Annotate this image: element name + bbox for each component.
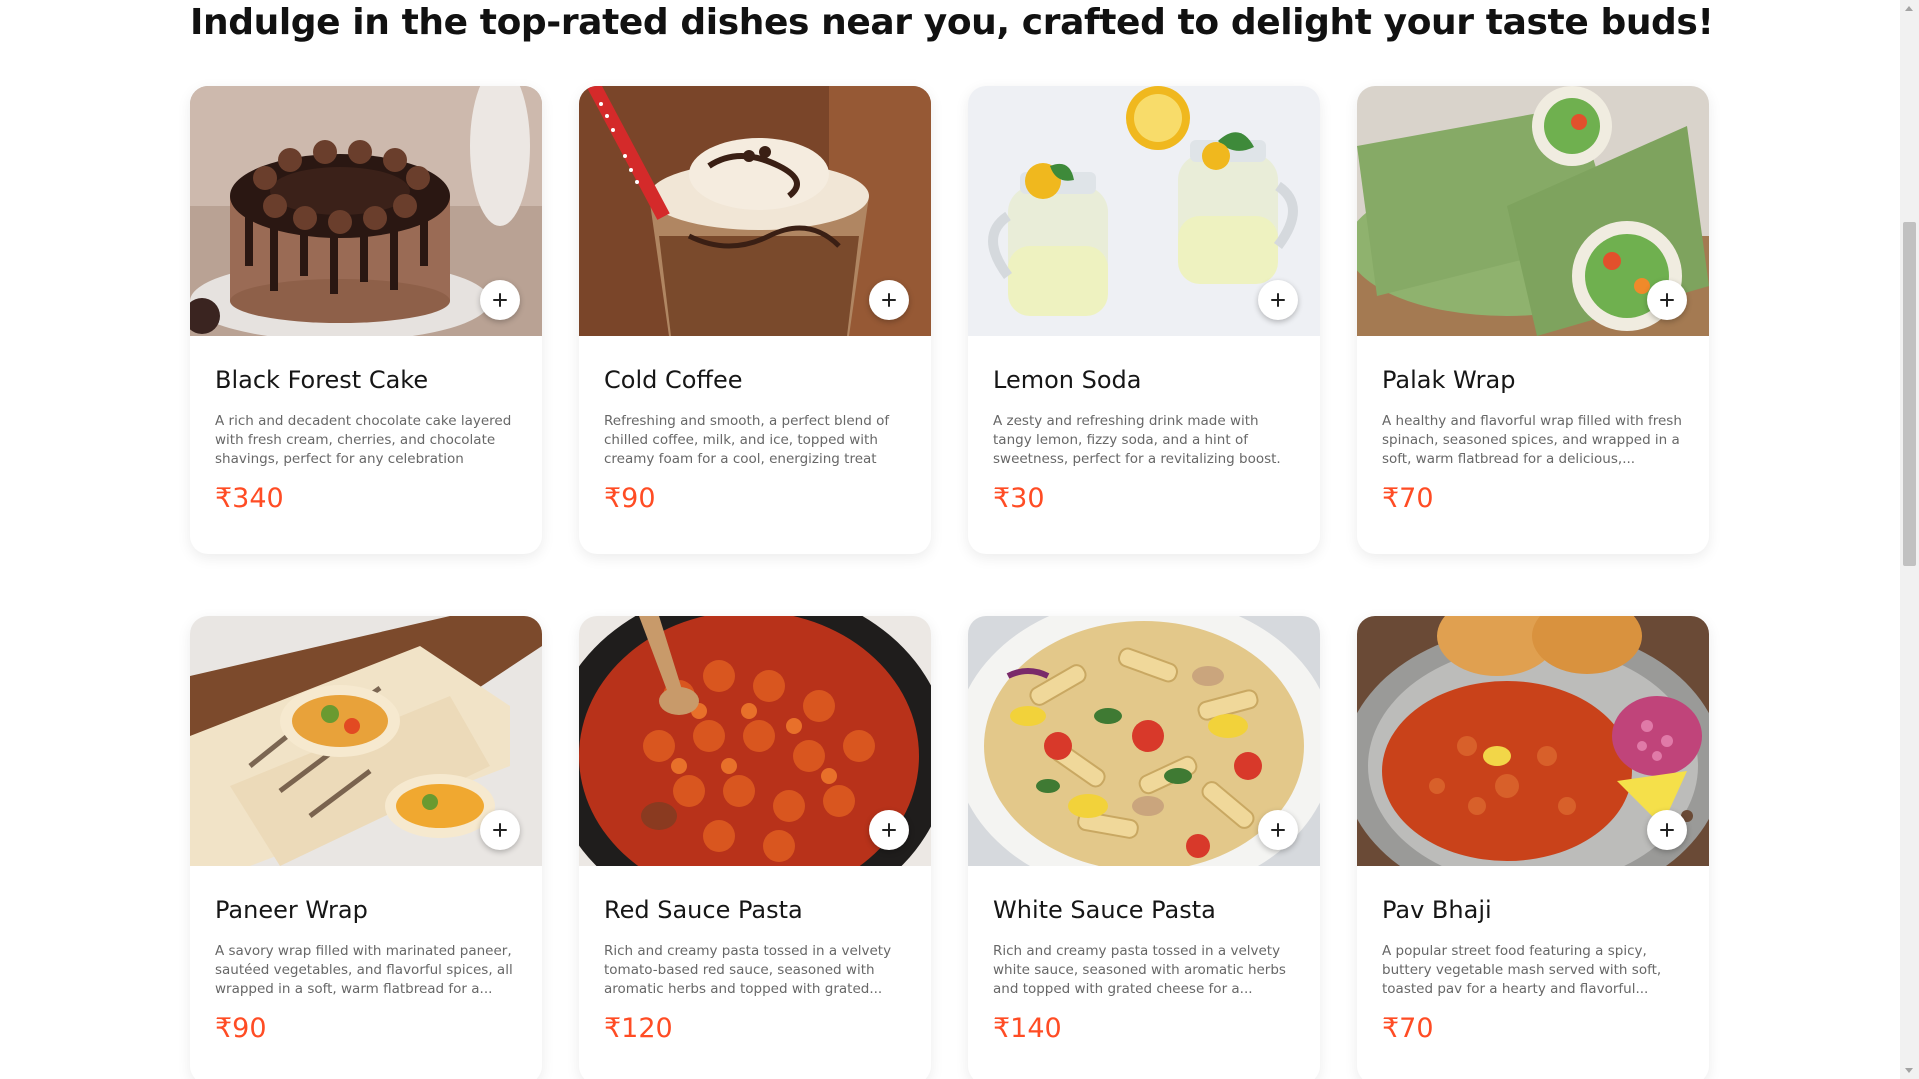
dish-price: ₹120: [604, 1013, 673, 1044]
plus-icon: [1271, 293, 1285, 307]
add-to-cart-button[interactable]: [480, 280, 520, 320]
dish-card[interactable]: White Sauce Pasta Rich and creamy pasta …: [968, 616, 1320, 1079]
dish-description: A zesty and refreshing drink made with t…: [993, 413, 1281, 467]
plus-icon: [882, 293, 896, 307]
scroll-down-arrow-icon[interactable]: [1905, 1068, 1913, 1073]
add-to-cart-button[interactable]: [1647, 810, 1687, 850]
plus-icon: [493, 293, 507, 307]
dish-info: Red Sauce Pasta Rich and creamy pasta to…: [579, 866, 931, 1044]
dish-price: ₹90: [215, 1013, 267, 1044]
dish-image: [1357, 86, 1709, 336]
dish-info: White Sauce Pasta Rich and creamy pasta …: [968, 866, 1320, 1044]
dish-price: ₹70: [1382, 1013, 1434, 1044]
plus-icon: [1271, 823, 1285, 837]
dish-name: Red Sauce Pasta: [604, 896, 803, 924]
dish-price: ₹140: [993, 1013, 1062, 1044]
section-heading: Indulge in the top-rated dishes near you…: [190, 2, 1714, 43]
dish-image: [190, 86, 542, 336]
add-to-cart-button[interactable]: [869, 280, 909, 320]
dish-card[interactable]: Red Sauce Pasta Rich and creamy pasta to…: [579, 616, 931, 1079]
dish-card[interactable]: Black Forest Cake A rich and decadent ch…: [190, 86, 542, 554]
dish-card[interactable]: Cold Coffee Refreshing and smooth, a per…: [579, 86, 931, 554]
dish-price: ₹90: [604, 483, 656, 514]
dish-description: Rich and creamy pasta tossed in a velvet…: [993, 943, 1286, 997]
dish-image: [579, 616, 931, 866]
dish-info: Paneer Wrap A savory wrap filled with ma…: [190, 866, 542, 1044]
dish-card[interactable]: Palak Wrap A healthy and flavorful wrap …: [1357, 86, 1709, 554]
dish-info: Pav Bhaji A popular street food featurin…: [1357, 866, 1709, 1044]
dish-card[interactable]: Pav Bhaji A popular street food featurin…: [1357, 616, 1709, 1079]
dish-card[interactable]: Lemon Soda A zesty and refreshing drink …: [968, 86, 1320, 554]
add-to-cart-button[interactable]: [1647, 280, 1687, 320]
dish-image: [968, 86, 1320, 336]
dish-description: Refreshing and smooth, a perfect blend o…: [604, 413, 890, 467]
dish-description: A savory wrap filled with marinated pane…: [215, 943, 513, 997]
dish-info: Cold Coffee Refreshing and smooth, a per…: [579, 336, 931, 514]
dish-info: Black Forest Cake A rich and decadent ch…: [190, 336, 542, 514]
dish-name: Lemon Soda: [993, 366, 1142, 394]
add-to-cart-button[interactable]: [869, 810, 909, 850]
dish-card[interactable]: Paneer Wrap A savory wrap filled with ma…: [190, 616, 542, 1079]
vertical-scrollbar[interactable]: [1900, 0, 1919, 1079]
dish-image: [579, 86, 931, 336]
plus-icon: [1660, 823, 1674, 837]
dish-price: ₹70: [1382, 483, 1434, 514]
scroll-up-arrow-icon[interactable]: [1905, 6, 1913, 11]
dish-name: Pav Bhaji: [1382, 896, 1492, 924]
dish-name: Cold Coffee: [604, 366, 743, 394]
dish-description: A healthy and flavorful wrap filled with…: [1382, 413, 1682, 467]
plus-icon: [882, 823, 896, 837]
dish-description: Rich and creamy pasta tossed in a velvet…: [604, 943, 892, 997]
dish-price: ₹30: [993, 483, 1045, 514]
add-to-cart-button[interactable]: [480, 810, 520, 850]
dish-price: ₹340: [215, 483, 284, 514]
dish-info: Lemon Soda A zesty and refreshing drink …: [968, 336, 1320, 514]
plus-icon: [1660, 293, 1674, 307]
add-to-cart-button[interactable]: [1258, 810, 1298, 850]
dish-name: Paneer Wrap: [215, 896, 368, 924]
dish-name: Black Forest Cake: [215, 366, 429, 394]
dish-image: [968, 616, 1320, 866]
dish-image: [1357, 616, 1709, 866]
dish-description: A rich and decadent chocolate cake layer…: [215, 413, 512, 467]
plus-icon: [493, 823, 507, 837]
page: Indulge in the top-rated dishes near you…: [0, 0, 1919, 1079]
dish-name: Palak Wrap: [1382, 366, 1516, 394]
dish-grid: Black Forest Cake A rich and decadent ch…: [190, 86, 1710, 1079]
dish-name: White Sauce Pasta: [993, 896, 1216, 924]
dish-info: Palak Wrap A healthy and flavorful wrap …: [1357, 336, 1709, 514]
dish-image: [190, 616, 542, 866]
scrollbar-thumb[interactable]: [1903, 222, 1916, 566]
dish-description: A popular street food featuring a spicy,…: [1382, 943, 1662, 997]
add-to-cart-button[interactable]: [1258, 280, 1298, 320]
